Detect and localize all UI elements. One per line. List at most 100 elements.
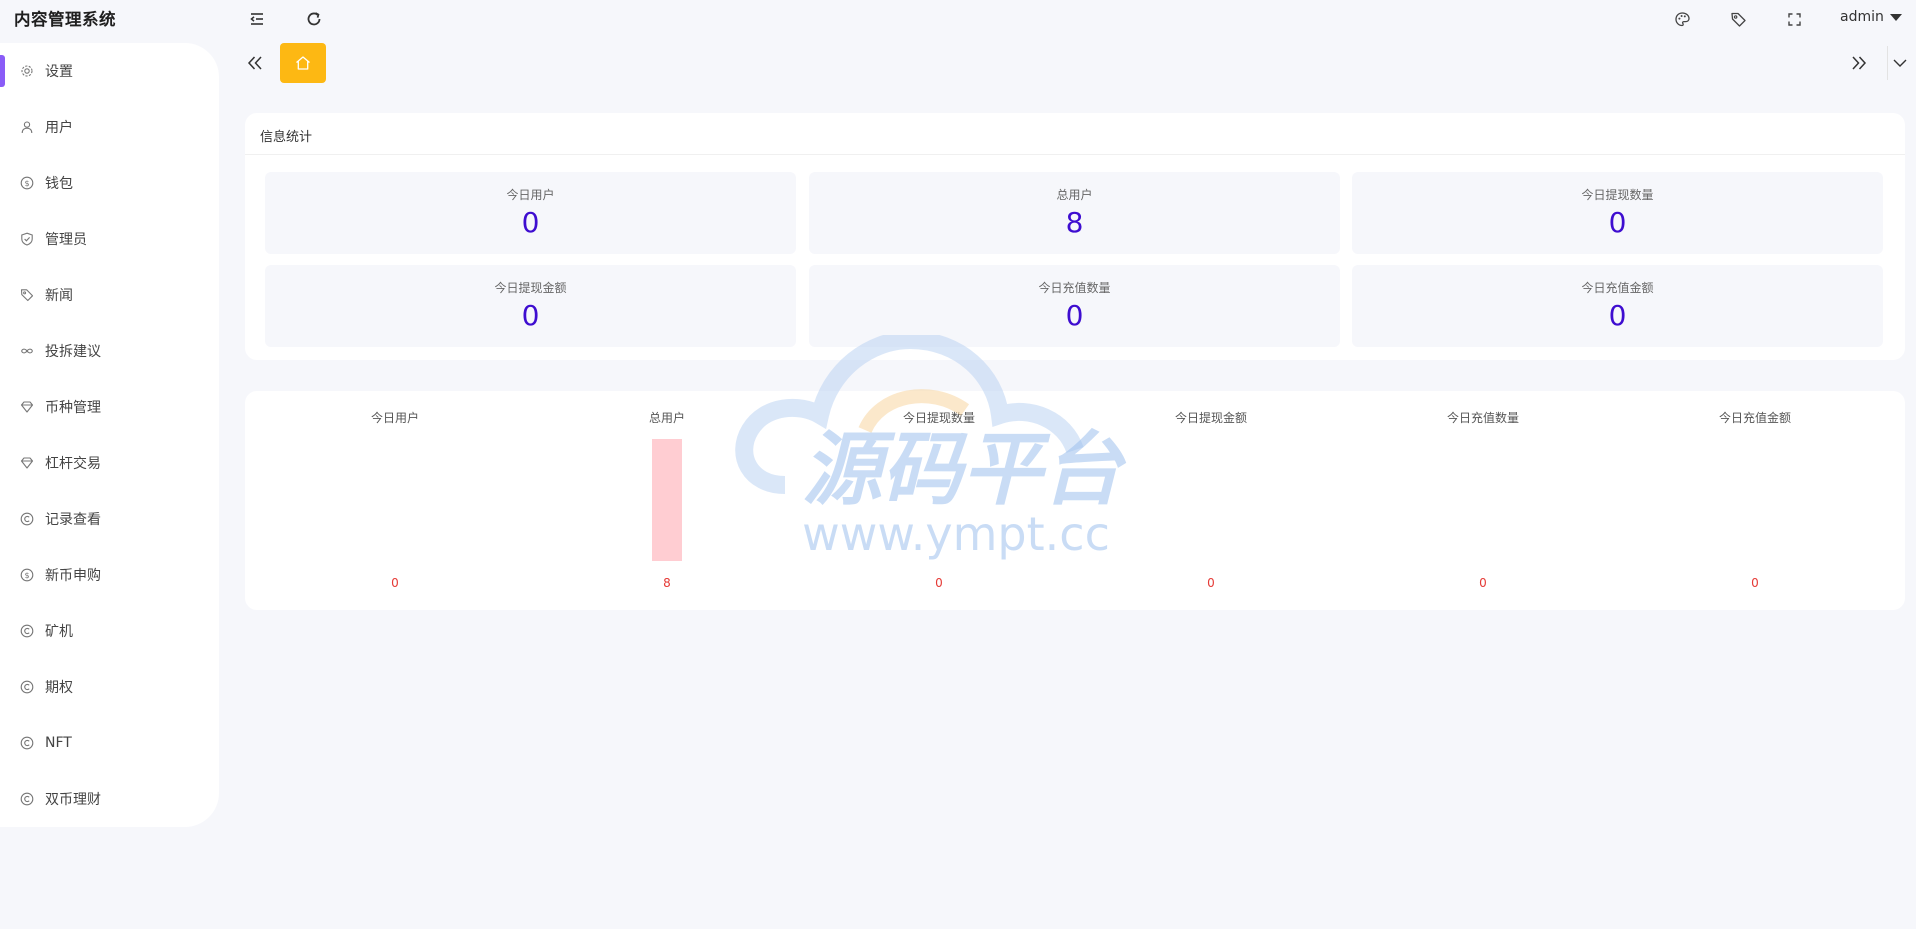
indent-icon (250, 13, 263, 25)
stat-value: 0 (1608, 299, 1627, 332)
chart-category-label: 今日用户 (370, 411, 419, 425)
diamond-icon (20, 400, 34, 414)
sidebar-item-label: 设置 (45, 64, 73, 80)
sidebar-item-news[interactable]: 新闻 (0, 275, 219, 315)
stat-label: 今日充值金额 (1581, 281, 1654, 295)
chart-category-label: 今日充值金额 (1718, 411, 1791, 425)
tag-icon (20, 288, 34, 302)
stat-value: 0 (521, 299, 540, 332)
infinity-icon (20, 344, 34, 358)
stats-card: 信息统计 今日用户 0 总用户 8 今日提现数量 0 今日提现金额 0 今日充值… (245, 113, 1905, 360)
sidebar-item-nft[interactable]: NFT (0, 723, 219, 763)
fullscreen-button[interactable] (1783, 8, 1805, 30)
sidebar-item-new-coin[interactable]: $ 新币申购 (0, 555, 219, 595)
user-icon (20, 120, 34, 134)
stat-value: 8 (1065, 206, 1084, 239)
double-chevron-right-icon (1852, 56, 1867, 70)
sidebar-item-label: 管理员 (45, 232, 87, 248)
caret-down-icon (1889, 13, 1902, 21)
sidebar-item-label: 杠杆交易 (45, 456, 101, 472)
circle-c-icon (20, 624, 34, 638)
tag-icon (1730, 12, 1746, 27)
card-divider (245, 154, 1905, 155)
dollar-circle-icon: $ (20, 568, 34, 582)
refresh-button[interactable] (302, 7, 326, 31)
tabs-scroll-left-button[interactable] (243, 51, 267, 75)
tab-home[interactable] (280, 43, 326, 83)
tag-button[interactable] (1727, 8, 1749, 30)
sidebar-item-records[interactable]: 记录查看 (0, 499, 219, 539)
sidebar-item-mining[interactable]: 矿机 (0, 611, 219, 651)
sidebar-item-label: 新闻 (45, 288, 73, 304)
stat-label: 今日用户 (506, 188, 555, 202)
stat-label: 今日提现金额 (494, 281, 567, 295)
tabs-menu-button[interactable] (1888, 51, 1912, 75)
fullscreen-icon (1787, 12, 1801, 26)
double-chevron-left-icon (247, 56, 262, 70)
chart-value-label: 0 (935, 576, 943, 590)
sidebar-item-label: 记录查看 (45, 512, 101, 528)
sidebar-item-currency[interactable]: 币种管理 (0, 387, 219, 427)
stat-label: 今日充值数量 (1038, 281, 1111, 295)
sidebar-item-settings[interactable]: 设置 (0, 51, 219, 91)
stat-today-withdraw-amount: 今日提现金额 0 (265, 265, 796, 347)
sidebar-item-feedback[interactable]: 投拆建议 (0, 331, 219, 371)
palette-icon (1674, 11, 1690, 26)
diamond-icon (20, 456, 34, 470)
stat-label: 总用户 (1056, 188, 1093, 202)
chart-value-label: 0 (1751, 576, 1759, 590)
sidebar-item-label: 用户 (45, 120, 73, 136)
chart-value-label: 0 (391, 576, 399, 590)
chart-category-label: 今日提现数量 (902, 411, 975, 425)
stat-today-deposit-count: 今日充值数量 0 (809, 265, 1340, 347)
stat-today-withdraw-count: 今日提现数量 0 (1352, 172, 1883, 254)
chart-category-label: 今日提现金额 (1174, 411, 1247, 425)
stat-today-users: 今日用户 0 (265, 172, 796, 254)
top-bar: 内容管理系统 admin (0, 0, 1916, 37)
stat-total-users: 总用户 8 (809, 172, 1340, 254)
sidebar-item-users[interactable]: 用户 (0, 107, 219, 147)
user-menu[interactable]: admin (1840, 9, 1902, 25)
stat-value: 0 (1608, 206, 1627, 239)
theme-button[interactable] (1671, 8, 1693, 30)
stats-card-title: 信息统计 (260, 130, 313, 145)
sidebar-item-label: NFT (45, 735, 72, 751)
shield-check-icon (20, 232, 34, 246)
gear-icon (20, 64, 34, 78)
svg-text:$: $ (24, 571, 29, 580)
sidebar-item-label: 矿机 (45, 624, 73, 640)
circle-c-icon (20, 792, 34, 806)
circle-c-icon (20, 680, 34, 694)
svg-text:$: $ (24, 179, 29, 188)
stat-label: 今日提现数量 (1581, 188, 1654, 202)
sidebar-item-wallet[interactable]: $ 钱包 (0, 163, 219, 203)
chart-category-label: 今日充值数量 (1446, 411, 1519, 425)
chart-value-label: 8 (663, 576, 671, 590)
stat-value: 0 (1065, 299, 1084, 332)
collapse-menu-button[interactable] (245, 7, 269, 31)
chart-card (245, 391, 1905, 610)
stat-today-deposit-amount: 今日充值金额 0 (1352, 265, 1883, 347)
sidebar-item-options[interactable]: 期权 (0, 667, 219, 707)
chart-category-label: 总用户 (648, 411, 685, 425)
chart-bar (652, 439, 682, 561)
app-title: 内容管理系统 (14, 10, 116, 29)
sidebar-item-leverage[interactable]: 杠杆交易 (0, 443, 219, 483)
circle-c-icon (20, 736, 34, 750)
circle-c-icon (20, 512, 34, 526)
sidebar-item-label: 双币理财 (45, 792, 101, 808)
sidebar-item-label: 新币申购 (45, 568, 101, 584)
sidebar-item-admins[interactable]: 管理员 (0, 219, 219, 259)
sidebar: 设置 用户 $ 钱包 管理员 新闻 投拆建议 币种管理 杠杆交易 记录查看 $ … (0, 43, 219, 827)
home-icon (296, 56, 310, 70)
chevron-down-icon (1893, 59, 1907, 67)
chart-value-label: 0 (1479, 576, 1487, 590)
refresh-icon (307, 12, 321, 26)
user-name: admin (1840, 9, 1884, 25)
sidebar-item-label: 币种管理 (45, 400, 101, 416)
stat-value: 0 (521, 206, 540, 239)
sidebar-item-label: 钱包 (45, 176, 73, 192)
sidebar-item-dual-finance[interactable]: 双币理财 (0, 779, 219, 819)
tabs-scroll-right-button[interactable] (1847, 51, 1871, 75)
sidebar-item-label: 投拆建议 (45, 344, 101, 360)
